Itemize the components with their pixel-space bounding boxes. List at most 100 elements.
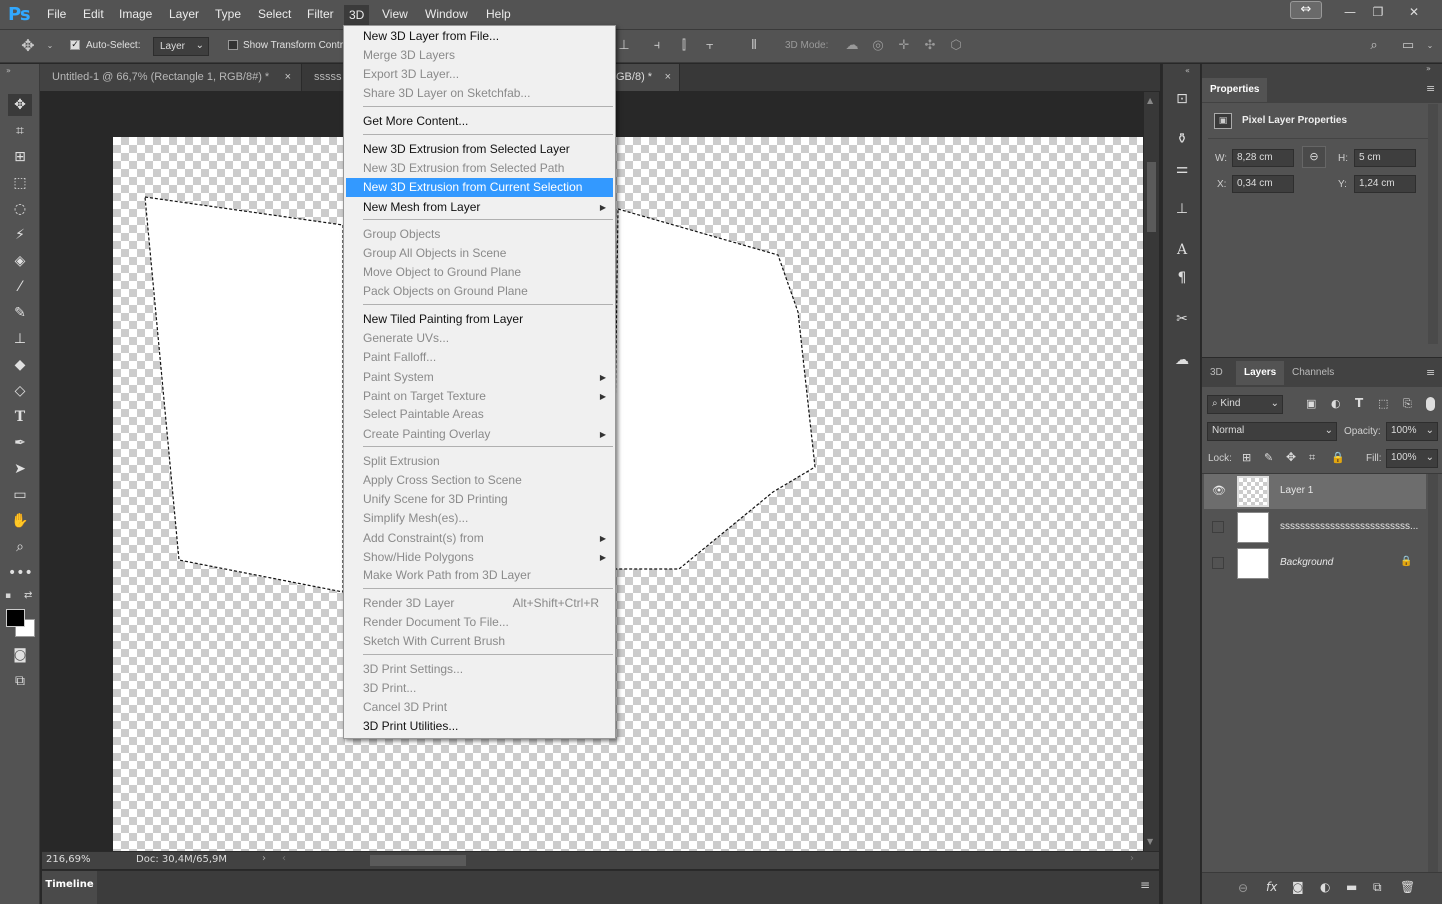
layer-row-layer-1[interactable]: 👁 Layer 1	[1204, 474, 1426, 509]
artboard-tool-icon[interactable]: ⊞	[8, 146, 32, 168]
tab-active-document[interactable]: GB/8) * ×	[606, 64, 680, 91]
menu-item[interactable]: New Tiled Painting from Layer	[346, 310, 613, 329]
fill-field[interactable]: 100% ⌄	[1386, 449, 1438, 468]
default-colors-icon[interactable]: ▪	[5, 591, 11, 601]
horizontal-scrollbar-thumb[interactable]	[370, 855, 466, 866]
menu-file[interactable]: File	[47, 7, 66, 21]
layer-name[interactable]: Layer 1	[1280, 485, 1313, 496]
type-tool-icon[interactable]: T	[8, 406, 32, 428]
quick-mask-icon[interactable]: ◙	[8, 644, 32, 666]
tab-properties[interactable]: Properties	[1202, 78, 1268, 102]
magic-wand-tool-icon[interactable]: ⚡	[8, 224, 32, 246]
lasso-tool-icon[interactable]: ◌	[8, 198, 32, 220]
link-layers-icon[interactable]: ⊖	[1238, 881, 1248, 895]
auto-select-checkbox[interactable]: ✓	[70, 40, 80, 50]
gradient-tool-icon[interactable]: ◇	[8, 380, 32, 402]
zoom-level[interactable]: 216,69%	[46, 854, 91, 865]
tab-layers[interactable]: Layers	[1236, 361, 1285, 385]
lock-artboard-icon[interactable]: ⌗	[1309, 451, 1315, 465]
tab-channels[interactable]: Channels	[1284, 361, 1342, 385]
scroll-down-icon[interactable]: ▼	[1147, 837, 1153, 846]
move-tool-icon[interactable]: ✥	[20, 38, 36, 54]
blend-mode-dropdown[interactable]: Normal ⌄	[1207, 422, 1337, 441]
menu-edit[interactable]: Edit	[83, 7, 104, 21]
slide-3d-icon[interactable]: ✣	[922, 38, 938, 54]
auto-select-dropdown[interactable]: Layer ⌄	[153, 37, 209, 56]
menu-item[interactable]: 3D Print Utilities...	[346, 717, 613, 736]
show-transform-checkbox[interactable]	[228, 40, 238, 50]
crop-tool-icon[interactable]: ⌗	[8, 120, 32, 142]
lock-pixels-icon[interactable]: ✎	[1264, 451, 1273, 464]
width-field[interactable]: 8,28 cm	[1232, 149, 1294, 167]
adjustments-icon[interactable]: ⚌	[1171, 158, 1193, 180]
height-field[interactable]: 5 cm	[1354, 149, 1416, 167]
rectangle-tool-icon[interactable]: ▭	[8, 484, 32, 506]
path-selection-tool-icon[interactable]: ➤	[8, 458, 32, 480]
align-bottom-icon[interactable]: ⊥	[616, 38, 632, 54]
chevron-down-icon[interactable]: ⌄	[1422, 38, 1438, 54]
pen-tool-icon[interactable]: ✒	[8, 432, 32, 454]
new-layer-icon[interactable]: ⧉	[1373, 880, 1382, 895]
stamp-tool-icon[interactable]: ⊥	[8, 328, 32, 350]
align-right-icon[interactable]: ⫟	[702, 38, 718, 54]
x-field[interactable]: 0,34 cm	[1232, 175, 1294, 193]
layer-style-icon[interactable]: fx	[1266, 880, 1277, 894]
marquee-tool-icon[interactable]: ⬚	[8, 172, 32, 194]
document-canvas[interactable]	[113, 137, 1143, 851]
tab-3d[interactable]: 3D	[1202, 361, 1231, 385]
menu-3d[interactable]: 3D	[344, 5, 370, 25]
scroll-up-icon[interactable]: ▲	[1147, 96, 1153, 105]
align-left-icon[interactable]: ⫞	[649, 38, 665, 54]
tab-sssss[interactable]: sssss	[302, 64, 344, 91]
menu-item[interactable]: New 3D Extrusion from Selected Layer	[346, 140, 613, 159]
lock-all-icon[interactable]: 🔒	[1331, 451, 1345, 464]
history-icon[interactable]: ⊡	[1171, 88, 1193, 110]
filter-type-icon[interactable]: T	[1355, 396, 1363, 410]
properties-scrollbar[interactable]	[1428, 104, 1438, 344]
scroll-left-icon[interactable]: ‹	[282, 853, 286, 864]
link-icon[interactable]: ⊖	[1302, 146, 1326, 168]
adjustment-layer-icon[interactable]: ◐	[1320, 880, 1330, 894]
brush-tool-icon[interactable]: ✎	[8, 302, 32, 324]
layer-row-background[interactable]: Background 🔒	[1204, 546, 1426, 581]
filter-adjustment-icon[interactable]: ◐	[1331, 397, 1341, 410]
lock-position-icon[interactable]: ✥	[1286, 450, 1296, 464]
filter-toggle[interactable]	[1426, 397, 1435, 411]
filter-pixel-icon[interactable]: ▣	[1306, 397, 1316, 410]
align-hcenter-icon[interactable]: ⫿	[676, 38, 692, 54]
tool-presets-icon[interactable]: ✂	[1171, 308, 1193, 330]
filter-shape-icon[interactable]: ⬚	[1378, 397, 1388, 410]
pan-3d-icon[interactable]: ✛	[896, 38, 912, 54]
eye-icon[interactable]: 👁	[1212, 484, 1226, 497]
move-tool-icon[interactable]: ✥	[8, 94, 32, 116]
swap-colors-icon[interactable]: ⇄	[24, 590, 32, 601]
menu-select[interactable]: Select	[258, 7, 291, 21]
eraser-tool-icon[interactable]: ◆	[8, 354, 32, 376]
orbit-3d-icon[interactable]: ☁	[844, 38, 860, 54]
panel-menu-icon[interactable]: ≡	[1426, 82, 1435, 95]
more-tools-icon[interactable]: •••	[8, 562, 33, 584]
libraries-icon[interactable]: ☁	[1171, 349, 1193, 371]
lock-transparent-icon[interactable]: ⊞	[1242, 451, 1251, 464]
y-field[interactable]: 1,24 cm	[1354, 175, 1416, 193]
brush-settings-icon[interactable]: ⚱	[1171, 128, 1193, 150]
menu-item[interactable]: Get More Content...	[346, 112, 613, 131]
new-group-icon[interactable]: ▬	[1346, 880, 1357, 894]
layers-scrollbar[interactable]	[1428, 474, 1438, 874]
close-icon[interactable]: ×	[665, 64, 671, 91]
vertical-scrollbar[interactable]: ▲ ▼	[1144, 92, 1159, 851]
collapse-icon[interactable]: «	[1185, 66, 1190, 75]
menu-item[interactable]: New Mesh from Layer ▶	[346, 198, 613, 217]
menu-view[interactable]: View	[382, 7, 408, 21]
layer-name[interactable]: ssssssssssssssssssssssssss...	[1280, 521, 1420, 532]
delete-layer-icon[interactable]: 🗑	[1400, 880, 1415, 894]
zoom-tool-icon[interactable]: ⌕	[8, 536, 32, 558]
scale-3d-icon[interactable]: ⬡	[948, 38, 964, 54]
roll-3d-icon[interactable]: ◎	[870, 38, 886, 54]
timeline-tab[interactable]: Timeline	[42, 871, 97, 904]
menu-window[interactable]: Window	[425, 7, 468, 21]
opacity-field[interactable]: 100% ⌄	[1386, 422, 1438, 441]
panel-menu-icon[interactable]: ≡	[1140, 878, 1150, 892]
scrollbar-thumb[interactable]	[1147, 162, 1156, 232]
screen-mode-icon[interactable]: ⧉	[8, 670, 32, 692]
